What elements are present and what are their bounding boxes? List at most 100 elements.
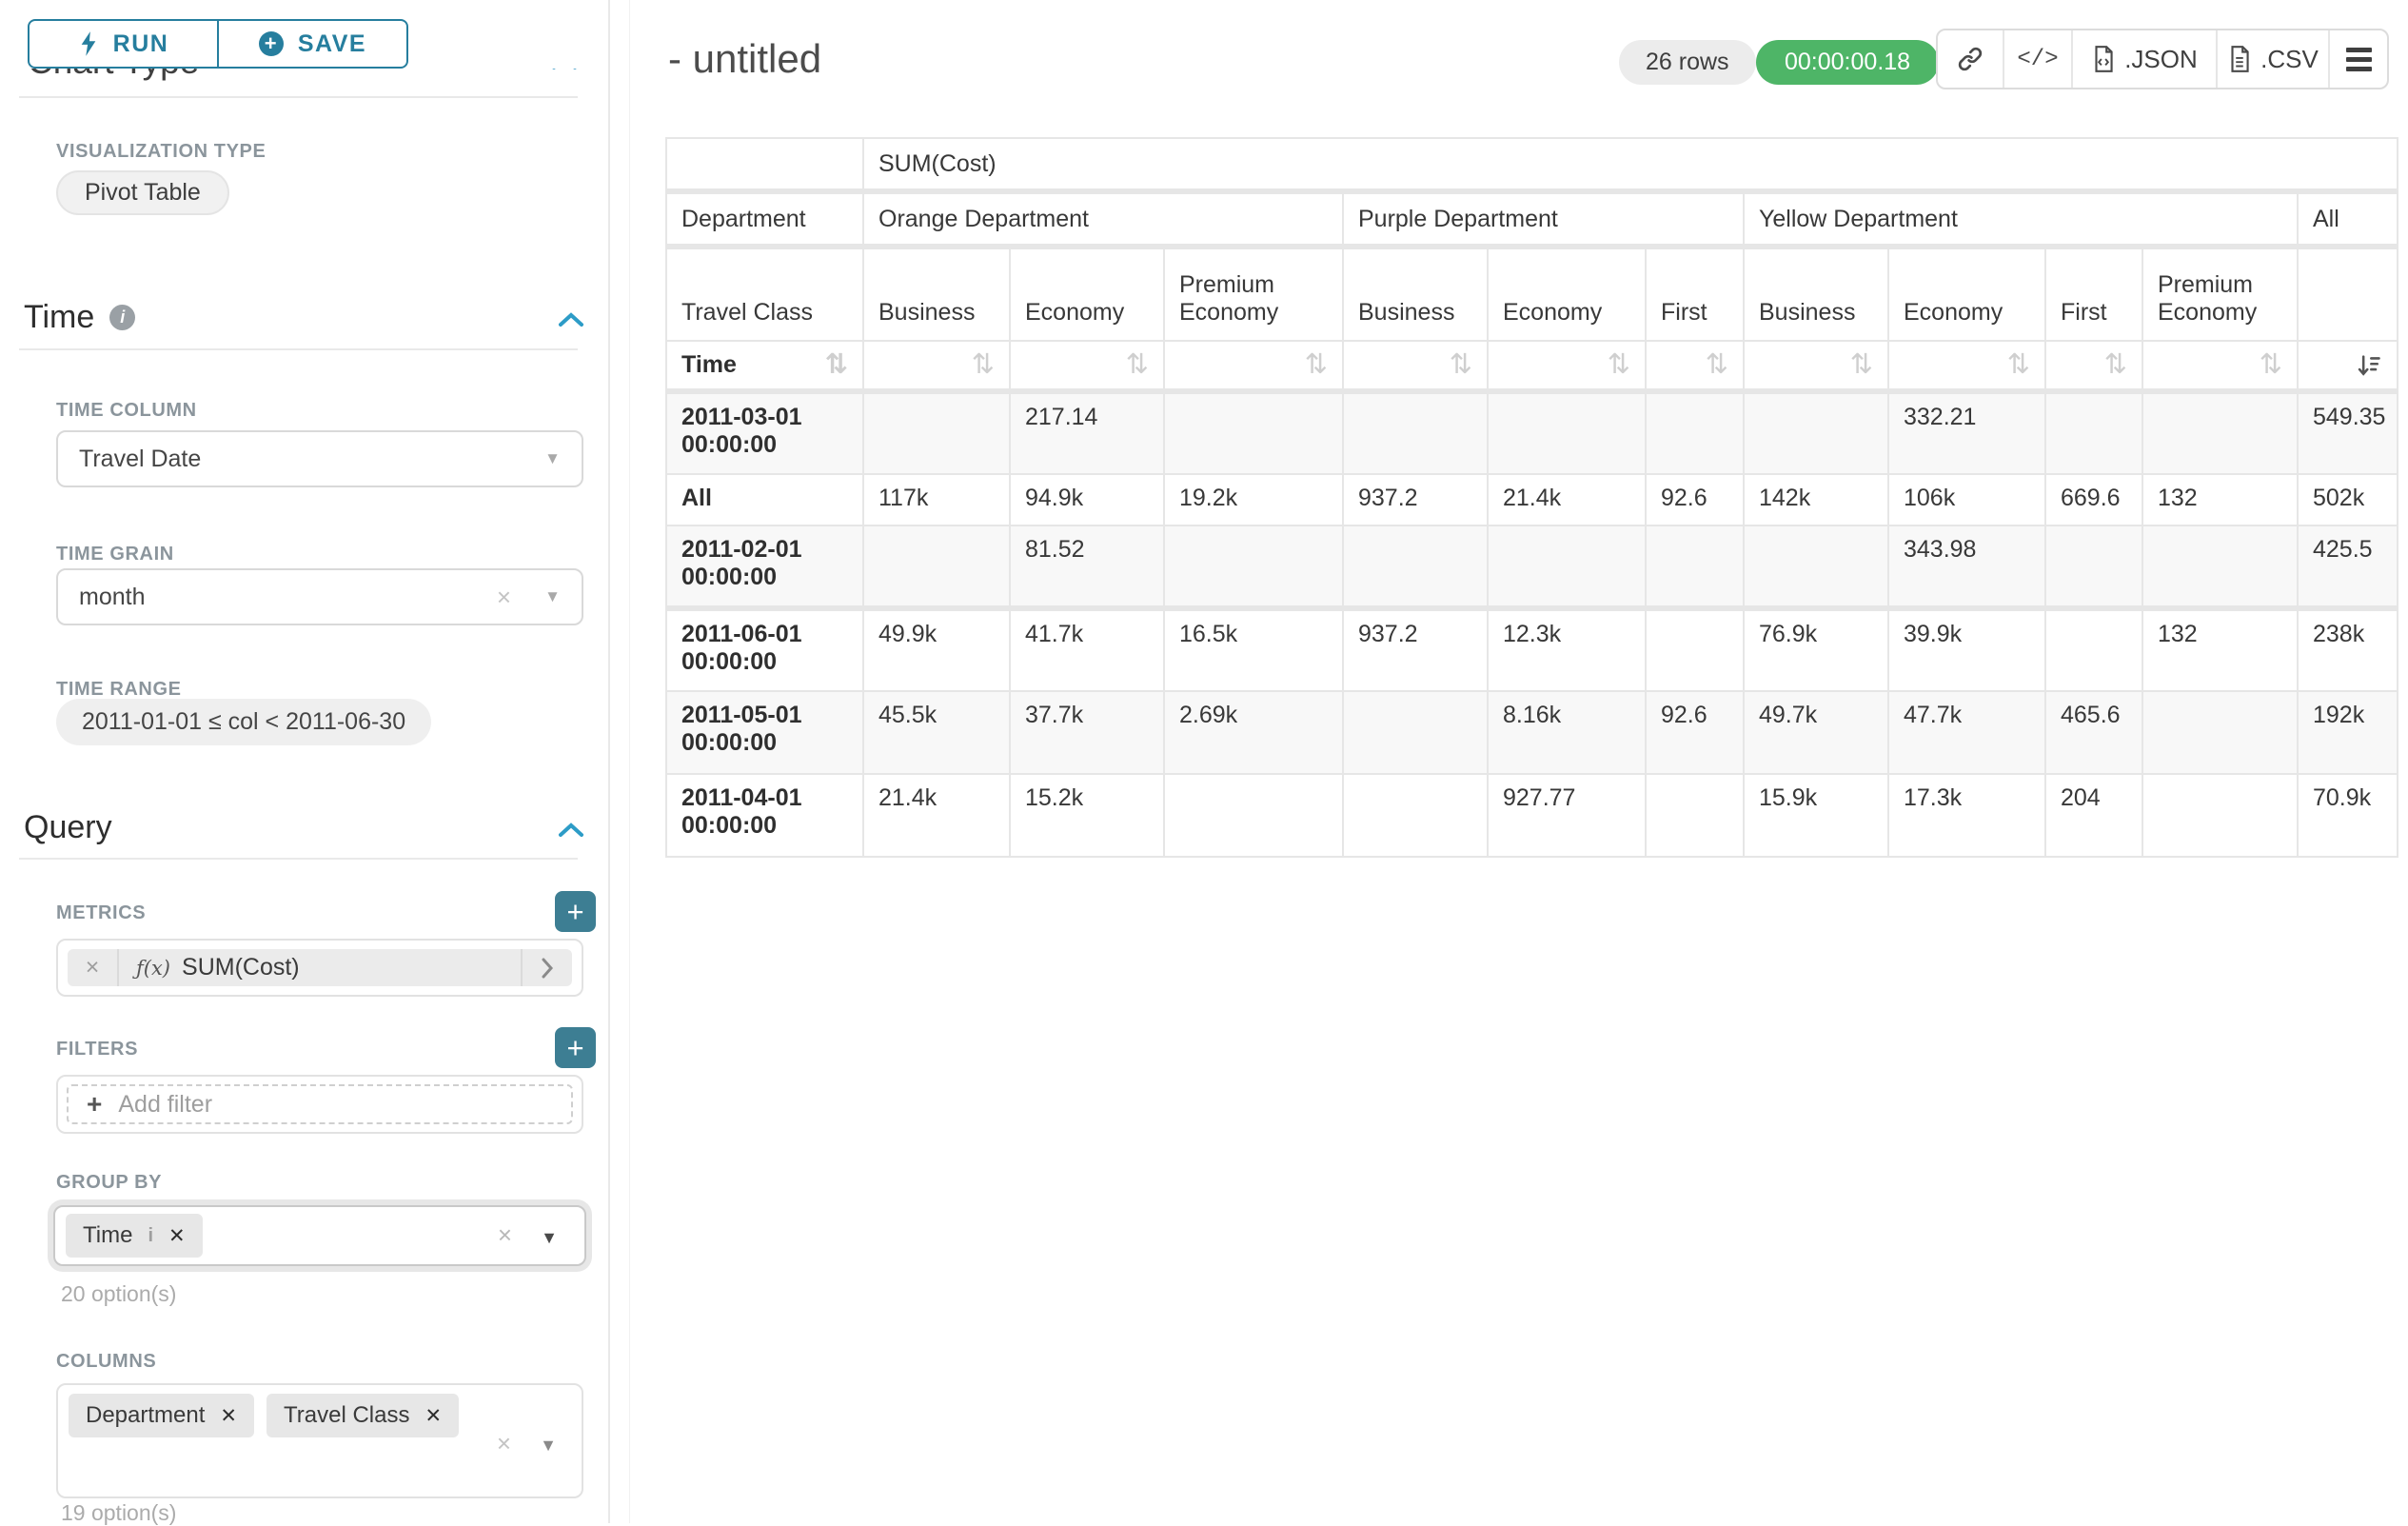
sort-icon[interactable]: ⇅: [1850, 351, 1873, 379]
cell: [1343, 691, 1488, 774]
cell: [1646, 774, 1744, 857]
cell: [2142, 691, 2298, 774]
department-header: All: [2298, 191, 2398, 247]
department-dimension-label: Department: [666, 191, 863, 247]
sort-icon[interactable]: ⇅: [2104, 351, 2127, 379]
columns-chip-department[interactable]: Department ✕: [69, 1394, 254, 1437]
json-file-icon: [2091, 45, 2116, 73]
cell: [1164, 391, 1343, 474]
time-column-select[interactable]: Travel Date ▼: [56, 430, 583, 487]
chevron-down-icon[interactable]: ▼: [540, 1436, 557, 1456]
cell: [1744, 525, 1888, 608]
sort-cell: ⇅: [1488, 341, 1646, 391]
group-by-chip-time[interactable]: Time i ✕: [66, 1214, 203, 1258]
cell: 937.2: [1343, 608, 1488, 691]
sort-icon[interactable]: ⇅: [2007, 351, 2030, 379]
sort-icon[interactable]: ⇅: [1706, 351, 1728, 379]
cell: 49.9k: [863, 608, 1010, 691]
time-range-chip[interactable]: 2011-01-01 ≤ col < 2011-06-30: [56, 699, 431, 745]
sort-icon[interactable]: ⇅: [825, 351, 848, 379]
chevron-down-icon[interactable]: ▼: [544, 587, 561, 606]
cell: 2.69k: [1164, 691, 1343, 774]
panel-divider[interactable]: [608, 0, 610, 1523]
function-icon: ƒ(x): [136, 957, 170, 980]
run-button[interactable]: RUN: [30, 21, 217, 67]
cell: 76.9k: [1744, 608, 1888, 691]
sort-icon[interactable]: ⇅: [972, 351, 995, 379]
save-button[interactable]: + SAVE: [217, 21, 406, 67]
remove-chip-icon[interactable]: ✕: [168, 1224, 186, 1248]
travel-class-header: Premium Economy: [2142, 247, 2298, 341]
scroll-gutter: [629, 0, 630, 1523]
travel-class-header: Business: [863, 247, 1010, 341]
time-dimension-label: Time: [681, 351, 737, 379]
sort-icon[interactable]: ⇅: [1450, 351, 1472, 379]
cell: 117k: [863, 474, 1010, 525]
clear-icon[interactable]: ×: [497, 585, 511, 609]
columns-select[interactable]: Department ✕ Travel Class ✕ × ▼: [56, 1383, 583, 1498]
cell: 669.6: [2045, 474, 2142, 525]
time-column-label: TIME COLUMN: [56, 400, 197, 422]
travel-class-header: Economy: [1010, 247, 1164, 341]
chevron-down-icon[interactable]: ▼: [544, 449, 561, 468]
chevron-down-icon[interactable]: ▼: [541, 1228, 558, 1248]
table-row: 2011-04-01 00:00:0021.4k15.2k927.7715.9k…: [666, 774, 2398, 857]
columns-label: COLUMNS: [56, 1351, 156, 1373]
download-json-button[interactable]: .JSON: [2071, 30, 2216, 88]
remove-chip-icon[interactable]: ✕: [424, 1404, 442, 1428]
sort-icon[interactable]: ⇅: [2260, 351, 2282, 379]
remove-metric-icon[interactable]: ×: [68, 949, 119, 986]
travel-class-dimension-label: Travel Class: [666, 247, 863, 341]
sort-icon[interactable]: ⇅: [1608, 351, 1630, 379]
sort-icon[interactable]: ⇅: [1305, 351, 1328, 379]
add-filter-button[interactable]: + Add filter: [67, 1084, 573, 1124]
table-row: All117k94.9k19.2k937.221.4k92.6142k106k6…: [666, 474, 2398, 525]
cell: 45.5k: [863, 691, 1010, 774]
pivot-table-container: SUM(Cost)DepartmentOrange DepartmentPurp…: [665, 137, 2398, 858]
add-filter-plus-button[interactable]: +: [555, 1027, 596, 1068]
info-icon[interactable]: i: [109, 305, 135, 330]
embed-code-icon: </>: [2017, 47, 2058, 72]
more-menu-button[interactable]: [2328, 30, 2387, 88]
chevron-up-icon[interactable]: [556, 819, 586, 846]
cell: [863, 391, 1010, 474]
clear-icon[interactable]: ×: [498, 1222, 512, 1247]
visualization-type-chip[interactable]: Pivot Table: [56, 170, 229, 215]
sort-icon[interactable]: ⇅: [1126, 351, 1149, 379]
chevron-right-icon[interactable]: [521, 949, 572, 986]
time-grain-select[interactable]: month × ▼: [56, 568, 583, 625]
cell: [2045, 525, 2142, 608]
cell: 106k: [1888, 474, 2045, 525]
embed-code-button[interactable]: </>: [2003, 30, 2071, 88]
group-by-select[interactable]: Time i ✕ × ▼: [53, 1205, 586, 1266]
sort-cell: ⇅: [863, 341, 1010, 391]
run-save-button-group: RUN + SAVE: [28, 19, 408, 69]
sort-cell: [2298, 341, 2398, 391]
group-by-label: GROUP BY: [56, 1172, 162, 1194]
remove-chip-icon[interactable]: ✕: [220, 1404, 237, 1428]
filters-field: + Add filter: [56, 1075, 583, 1134]
clear-icon[interactable]: ×: [497, 1431, 511, 1456]
metric-chip[interactable]: × ƒ(x) SUM(Cost): [68, 949, 572, 986]
cell: [1488, 391, 1646, 474]
cell: 92.6: [1646, 474, 1744, 525]
sort-cell: ⇅: [2045, 341, 2142, 391]
cell: [1343, 391, 1488, 474]
table-row: 2011-02-01 00:00:0081.52343.98425.5: [666, 525, 2398, 608]
chart-title[interactable]: - untitled: [668, 36, 821, 82]
row-header: 2011-06-01 00:00:00: [666, 608, 863, 691]
chevron-up-icon[interactable]: [556, 308, 586, 336]
cell: [1646, 525, 1744, 608]
info-icon[interactable]: i: [148, 1225, 153, 1247]
share-link-button[interactable]: [1938, 30, 2003, 88]
add-metric-button[interactable]: +: [555, 891, 596, 932]
cell: 47.7k: [1888, 691, 2045, 774]
table-row: 2011-05-01 00:00:0045.5k37.7k2.69k8.16k9…: [666, 691, 2398, 774]
plus-circle-icon: +: [259, 31, 284, 56]
cell: [1744, 391, 1888, 474]
time-range-label: TIME RANGE: [56, 679, 182, 701]
cell: [1646, 608, 1744, 691]
columns-chip-travel-class[interactable]: Travel Class ✕: [266, 1394, 459, 1437]
sort-desc-active-icon[interactable]: [2356, 352, 2382, 379]
download-csv-button[interactable]: .CSV: [2216, 30, 2328, 88]
